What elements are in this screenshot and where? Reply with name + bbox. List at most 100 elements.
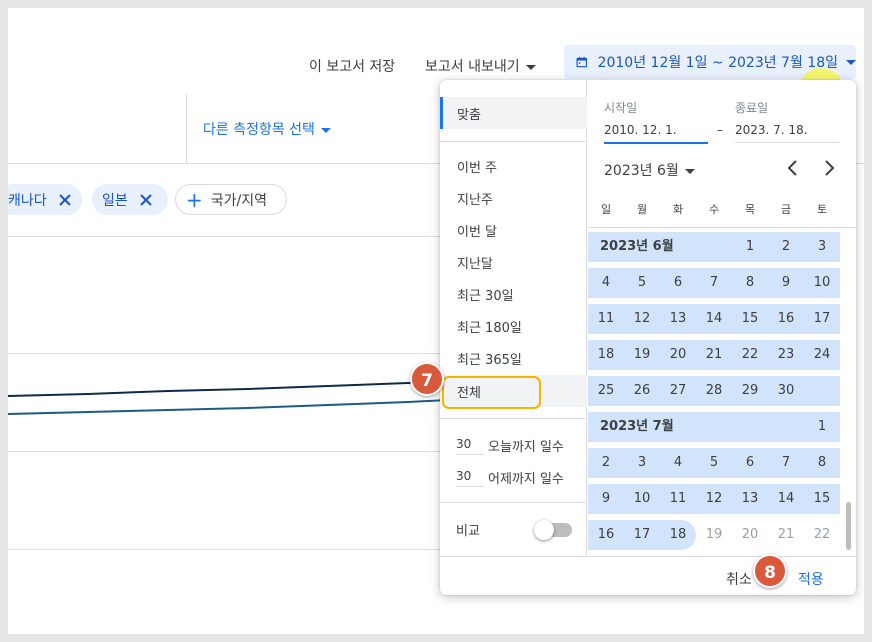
filter-chip-canada[interactable]: 캐나다 [8, 184, 82, 215]
calendar-day[interactable]: 13 [732, 484, 768, 514]
calendar-day[interactable]: 18 [588, 340, 624, 370]
chart-gridline [8, 451, 448, 452]
save-report-button[interactable]: 이 보고서 저장 [309, 56, 395, 76]
divider [440, 556, 856, 557]
calendar-day[interactable]: 17 [624, 520, 660, 550]
calendar-day[interactable]: 21 [696, 340, 732, 370]
compare-toggle-knob[interactable] [534, 520, 554, 540]
calendar-day[interactable]: 15 [804, 484, 840, 514]
calendar-day[interactable]: 24 [804, 340, 840, 370]
calendar-day[interactable]: 9 [768, 268, 804, 298]
select-other-metric-label: 다른 측정항목 선택 [203, 122, 315, 138]
calendar-day[interactable]: 2 [768, 232, 804, 262]
line-chart [8, 381, 448, 415]
chevron-right-icon[interactable] [821, 160, 837, 176]
end-date-input[interactable]: 2023. 7. 18. [735, 123, 839, 143]
calendar-day[interactable]: 19 [624, 340, 660, 370]
preset-last-365-days[interactable]: 최근 365일 [440, 342, 587, 374]
chart-series-line-1 [8, 381, 448, 397]
calendar-day[interactable]: 25 [588, 376, 624, 406]
weekday-label: 금 [780, 203, 792, 216]
calendar-day[interactable]: 1 [804, 412, 840, 442]
calendar-day[interactable]: 10 [624, 484, 660, 514]
calendar-day[interactable]: 11 [660, 484, 696, 514]
plus-icon: + [186, 187, 203, 212]
calendar-scrollbar[interactable] [846, 502, 851, 550]
calendar-day[interactable]: 27 [660, 376, 696, 406]
chevron-left-icon[interactable] [785, 160, 801, 176]
preset-this-week[interactable]: 이번 주 [440, 150, 587, 182]
calendar-day[interactable]: 21 [768, 520, 804, 550]
calendar-day[interactable]: 11 [588, 304, 624, 334]
calendar-day[interactable]: 3 [804, 232, 840, 262]
filter-chip-japan[interactable]: 일본 [92, 184, 168, 215]
calendar-day[interactable]: 15 [732, 304, 768, 334]
preset-last-180-days[interactable]: 최근 180일 [440, 310, 587, 342]
close-icon[interactable] [140, 193, 152, 206]
calendar-day[interactable]: 9 [588, 484, 624, 514]
preset-this-month[interactable]: 이번 달 [440, 214, 587, 246]
calendar-day[interactable]: 4 [588, 268, 624, 298]
add-country-chip[interactable]: + 국가/지역 [175, 184, 287, 215]
weekday-label: 토 [816, 203, 828, 216]
calendar-day[interactable]: 3 [624, 448, 660, 478]
chart-series-line-2 [8, 399, 448, 415]
filter-chip-label: 캐나다 [8, 192, 47, 209]
start-date-input[interactable]: 2010. 12. 1. [604, 123, 708, 144]
calendar-month-header: 2023년 7월 [600, 419, 674, 434]
calendar-day[interactable]: 16 [768, 304, 804, 334]
range-dash: – [717, 123, 723, 137]
days-until-yesterday-input[interactable]: 30 [456, 469, 484, 487]
calendar-day[interactable]: 26 [624, 376, 660, 406]
calendar-day[interactable]: 5 [624, 268, 660, 298]
calendar-day[interactable]: 4 [660, 448, 696, 478]
close-icon[interactable] [58, 193, 71, 206]
calendar-day[interactable]: 7 [696, 268, 732, 298]
days-until-today-input[interactable]: 30 [456, 437, 484, 455]
calendar-day[interactable]: 5 [696, 448, 732, 478]
days-until-today-row[interactable]: 30 오늘까지 일수 [456, 436, 564, 455]
calendar-day[interactable]: 14 [768, 484, 804, 514]
calendar-day[interactable]: 30 [768, 376, 804, 406]
calendar-day[interactable]: 14 [696, 304, 732, 334]
calendar-day[interactable]: 16 [588, 520, 624, 550]
highlight-outline [442, 376, 541, 409]
calendar-day[interactable]: 6 [732, 448, 768, 478]
cancel-button[interactable]: 취소 [726, 569, 752, 589]
preset-last-week[interactable]: 지난주 [440, 182, 587, 214]
preset-custom[interactable]: 맞춤 [440, 97, 587, 129]
calendar-day[interactable]: 8 [804, 448, 840, 478]
calendar-day[interactable]: 28 [696, 376, 732, 406]
weekday-label: 화 [672, 203, 684, 216]
date-range-label: 2010년 12월 1일 ~ 2023년 7월 18일 [597, 55, 838, 71]
export-report-button[interactable]: 보고서 내보내기 [425, 56, 536, 76]
calendar-day[interactable]: 22 [804, 520, 840, 550]
calendar-day[interactable]: 2 [588, 448, 624, 478]
calendar-day[interactable]: 12 [696, 484, 732, 514]
calendar-day[interactable]: 29 [732, 376, 768, 406]
days-until-yesterday-row[interactable]: 30 어제까지 일수 [456, 468, 564, 487]
calendar-day[interactable]: 20 [660, 340, 696, 370]
calendar-day[interactable]: 12 [624, 304, 660, 334]
preset-last-30-days[interactable]: 최근 30일 [440, 278, 587, 310]
select-other-metric-link[interactable]: 다른 측정항목 선택 [203, 119, 331, 139]
calendar-day[interactable]: 10 [804, 268, 840, 298]
calendar-day[interactable]: 13 [660, 304, 696, 334]
calendar-day[interactable]: 6 [660, 268, 696, 298]
calendar-day[interactable]: 19 [696, 520, 732, 550]
calendar-day[interactable]: 22 [732, 340, 768, 370]
calendar-day[interactable]: 1 [732, 232, 768, 262]
divider [186, 94, 187, 163]
calendar-day[interactable]: 17 [804, 304, 840, 334]
calendar-day[interactable]: 7 [768, 448, 804, 478]
month-selector[interactable]: 2023년 6월 [604, 160, 695, 180]
preset-last-month[interactable]: 지난달 [440, 246, 587, 278]
caret-down-icon [846, 59, 856, 65]
calendar-day[interactable]: 18 [660, 520, 696, 550]
calendar-day[interactable]: 20 [732, 520, 768, 550]
apply-button[interactable]: 적용 [798, 569, 824, 589]
calendar-day[interactable]: 23 [768, 340, 804, 370]
calendar-day[interactable]: 8 [732, 268, 768, 298]
weekday-label: 일 [600, 203, 612, 216]
caret-down-icon [684, 168, 695, 174]
